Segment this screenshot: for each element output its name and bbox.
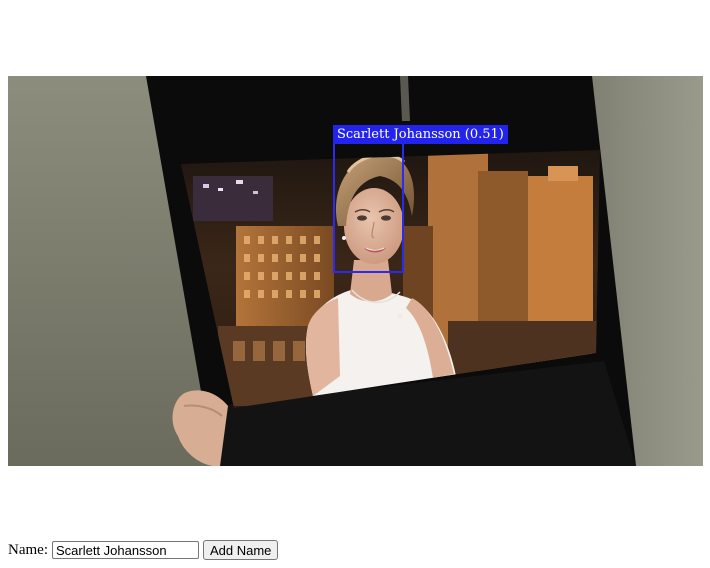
name-label: Name: — [8, 541, 48, 558]
name-input[interactable] — [51, 541, 199, 559]
face-detection-box — [333, 142, 404, 273]
add-name-form: Name: Add Name — [8, 540, 279, 560]
face-detection-label: Scarlett Johansson (0.51) — [333, 125, 508, 144]
add-name-button[interactable]: Add Name — [202, 540, 279, 560]
webcam-frame: Scarlett Johansson (0.51) — [8, 76, 703, 466]
